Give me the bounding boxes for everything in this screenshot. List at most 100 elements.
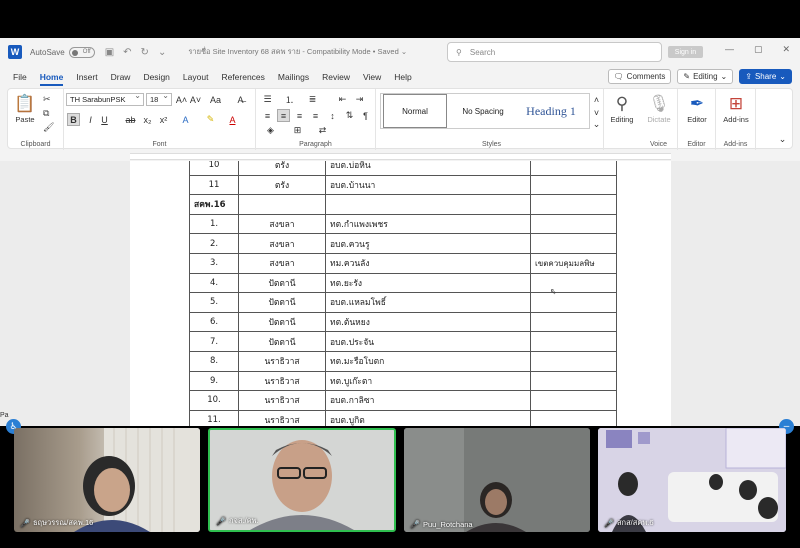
direction-icon[interactable]: ⇄ xyxy=(316,124,329,137)
table-cell[interactable] xyxy=(530,390,617,411)
table-cell[interactable]: 1. xyxy=(189,213,239,235)
document-page[interactable]: 10 ตรัง อบต.บ่อหิน 11 ตรัง อบต.บ้านนา สคพ.16 1.… xyxy=(130,161,671,426)
table-cell[interactable]: ทต.มะรือโบตก xyxy=(325,350,531,372)
multilevel-list-icon[interactable]: ≣ xyxy=(306,93,319,106)
table-cell[interactable]: อบต.กาลิซา xyxy=(325,390,531,411)
tab-help[interactable]: Help xyxy=(394,72,411,82)
table-cell[interactable] xyxy=(325,194,531,215)
decrease-indent-icon[interactable]: ⇤ xyxy=(336,93,349,106)
clear-formatting-icon[interactable]: A̶ xyxy=(234,93,247,106)
table-cell[interactable] xyxy=(530,409,617,426)
editing-mode-button[interactable]: ✎ Editing ⌄ xyxy=(677,69,734,84)
table-cell[interactable]: นราธิวาส xyxy=(238,390,326,411)
shrink-font-icon[interactable]: A˅ xyxy=(189,93,202,106)
participant-tile[interactable]: 🎤 สกส/สคพ.6 xyxy=(598,428,786,532)
tab-file[interactable]: File xyxy=(13,72,27,82)
table-cell[interactable]: สงขลา xyxy=(238,233,326,254)
table-cell[interactable] xyxy=(530,213,617,235)
participant-tile-active-speaker[interactable]: 🎤 กจส./คพ. xyxy=(208,428,396,532)
table-cell[interactable]: สงขลา xyxy=(238,252,326,274)
styles-more-icon[interactable]: ⌄ xyxy=(590,118,603,131)
paste-button[interactable]: 📋 Paste xyxy=(10,93,40,124)
customize-icon[interactable]: ⌄ xyxy=(158,47,166,58)
tab-layout[interactable]: Layout xyxy=(183,72,209,82)
tab-insert[interactable]: Insert xyxy=(76,72,97,82)
close-icon[interactable]: ✕ xyxy=(782,44,790,55)
styles-scroll-up-icon[interactable]: ˄ xyxy=(590,93,603,106)
tab-review[interactable]: Review xyxy=(322,72,350,82)
format-painter-icon[interactable]: 🖌 xyxy=(43,122,54,133)
text-effects-icon[interactable]: A xyxy=(179,113,192,126)
line-spacing-icon[interactable]: ↕ xyxy=(326,109,339,122)
cut-icon[interactable]: ✂ xyxy=(43,94,51,105)
table-cell[interactable]: 8. xyxy=(189,350,239,372)
editor-button[interactable]: ✒ Editor xyxy=(679,93,715,124)
table-cell[interactable]: นราธิวาส xyxy=(238,409,326,426)
bold-button[interactable]: B xyxy=(67,113,80,126)
style-normal[interactable]: Normal xyxy=(383,94,447,128)
font-name-select[interactable]: TH SarabunPSK xyxy=(66,91,144,106)
tab-mailings[interactable]: Mailings xyxy=(278,72,309,82)
document-title[interactable]: รายชื่อ Site Inventory 68 สคพ ราย - Comp… xyxy=(188,46,407,58)
table-cell[interactable]: อบต.แหลมโพธิ์ xyxy=(325,292,531,313)
table-cell[interactable]: อบต.ควนรู xyxy=(325,233,531,254)
font-color-icon[interactable]: A xyxy=(226,113,239,126)
table-cell[interactable]: 5. xyxy=(189,292,239,313)
italic-button[interactable]: I xyxy=(84,113,97,126)
table-cell[interactable] xyxy=(530,161,617,176)
style-heading-1[interactable]: Heading 1 xyxy=(517,94,585,128)
table-cell[interactable]: อบต.บ้านนา xyxy=(325,174,531,196)
search-box[interactable]: ⚲ Search xyxy=(447,42,662,62)
table-cell[interactable]: อบต.บ่อหิน xyxy=(325,161,531,176)
collapse-ribbon-icon[interactable]: ⌄ xyxy=(776,133,789,146)
shading-icon[interactable]: ◈ xyxy=(264,124,277,137)
minimize-icon[interactable]: — xyxy=(725,44,734,55)
tab-home[interactable]: Home xyxy=(39,72,63,86)
borders-icon[interactable]: ⊞ xyxy=(291,124,304,137)
table-cell[interactable]: 6. xyxy=(189,311,239,333)
table-cell[interactable]: 11 xyxy=(189,174,239,196)
table-cell[interactable]: 4. xyxy=(189,272,239,294)
table-cell[interactable]: 3. xyxy=(189,252,239,274)
share-button[interactable]: ⇪ Share ⌄ xyxy=(739,69,792,84)
align-right-icon[interactable]: ≡ xyxy=(293,109,306,122)
align-center-icon[interactable]: ≡ xyxy=(277,109,290,122)
table-cell[interactable]: ทต.ต้นหยง xyxy=(325,311,531,333)
table-cell[interactable]: ตรัง xyxy=(238,161,326,176)
addins-button[interactable]: ⊞ Add-ins xyxy=(718,93,754,124)
table-cell[interactable]: นราธิวาส xyxy=(238,350,326,372)
show-formatting-icon[interactable]: ¶ xyxy=(359,109,372,122)
table-cell[interactable]: อบต.บูกิต xyxy=(325,409,531,426)
table-cell[interactable]: สคพ.16 xyxy=(189,194,239,215)
table-cell[interactable]: ทม.ควนลัง xyxy=(325,252,531,274)
participant-tile[interactable]: 🎤 Puu_Rotchana xyxy=(404,428,590,532)
justify-icon[interactable]: ≡ xyxy=(309,109,322,122)
increase-indent-icon[interactable]: ⇥ xyxy=(353,93,366,106)
tab-references[interactable]: References xyxy=(221,72,264,82)
table-cell[interactable] xyxy=(530,272,617,294)
table-cell[interactable]: ทต.ยะรัง xyxy=(325,272,531,294)
table-cell[interactable]: เขตควบคุมมลพิษ xyxy=(530,252,617,274)
table-cell[interactable]: ปัตตานี xyxy=(238,292,326,313)
tab-design[interactable]: Design xyxy=(143,72,169,82)
table-cell[interactable]: ปัตตานี xyxy=(238,331,326,352)
table-cell[interactable]: 11. xyxy=(189,409,239,426)
table-cell[interactable] xyxy=(530,350,617,372)
subscript-button[interactable]: x₂ xyxy=(141,113,154,126)
table-cell[interactable] xyxy=(238,194,326,215)
tab-view[interactable]: View xyxy=(363,72,381,82)
sort-icon[interactable]: ⇅ xyxy=(343,109,356,122)
table-cell[interactable]: ทต.กำแพงเพชร xyxy=(325,213,531,235)
table-cell[interactable]: นราธิวาส xyxy=(238,370,326,392)
highlight-icon[interactable]: ✎ xyxy=(204,113,217,126)
numbering-icon[interactable]: ⒈ xyxy=(283,93,296,106)
grow-font-icon[interactable]: A˄ xyxy=(175,93,188,106)
table-cell[interactable]: 9. xyxy=(189,370,239,392)
save-icon[interactable]: ▣ xyxy=(105,47,114,58)
table-cell[interactable]: ปัตตานี xyxy=(238,272,326,294)
sign-in-button[interactable]: Sign in xyxy=(668,46,703,58)
table-cell[interactable]: อบต.ประจัน xyxy=(325,331,531,352)
strikethrough-button[interactable]: ab xyxy=(124,113,137,126)
table-cell[interactable] xyxy=(530,311,617,333)
change-case-icon[interactable]: Aa xyxy=(209,93,222,106)
